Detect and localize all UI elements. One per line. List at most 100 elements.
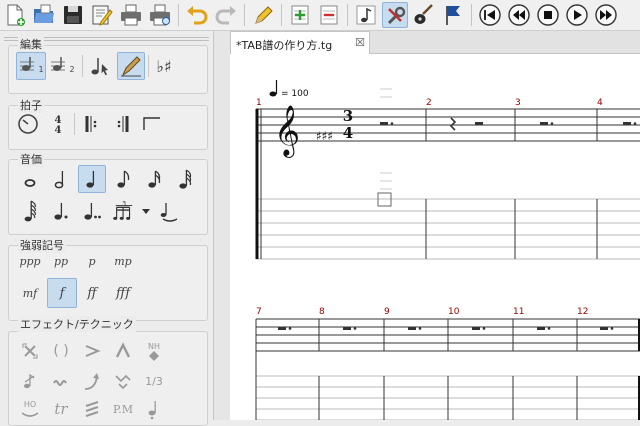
dead-note-button[interactable] (16, 337, 44, 365)
sixty-fourth-note-icon (24, 200, 36, 222)
hammer-on-button[interactable]: HO (16, 395, 44, 423)
quarter-note-button[interactable] (78, 165, 106, 193)
properties-button[interactable] (89, 2, 115, 28)
first-button[interactable] (477, 2, 503, 28)
marcato-icon (115, 342, 131, 358)
close-tab-icon[interactable]: ☒ (355, 36, 365, 49)
measure-number: 8 (319, 307, 325, 317)
tempo-button[interactable] (14, 110, 42, 138)
staccato-button[interactable] (140, 395, 168, 423)
settings-button[interactable] (382, 2, 408, 28)
repeat-close-button[interactable] (108, 110, 136, 138)
eighth-note-button[interactable] (109, 165, 137, 193)
dynamic-mp-button[interactable]: mp (109, 247, 137, 275)
document-tab[interactable]: *TAB譜の作り方.tg ☒ (230, 31, 370, 54)
double-dotted-note-button[interactable] (78, 197, 106, 225)
edit-mode-button[interactable] (250, 2, 276, 28)
tremolo-bar-button[interactable] (109, 367, 137, 395)
sixteenth-note-button[interactable] (140, 165, 168, 193)
ghost-note-parens-icon: ( ) (53, 343, 69, 359)
accentuated-note-button[interactable] (78, 337, 106, 365)
edit-document-icon (92, 5, 113, 26)
accent-icon (85, 345, 101, 357)
voice-2-button[interactable]: 2 (47, 52, 77, 80)
ledger-lines (380, 88, 392, 190)
measure-number: 3 (515, 98, 521, 108)
time-signature-icon: 44 (55, 115, 62, 136)
heavy-accent-button[interactable] (109, 337, 137, 365)
tuplet-button[interactable]: 3 (109, 197, 139, 225)
measure-number: 1 (256, 98, 262, 108)
skip-first-icon (479, 4, 501, 26)
dynamic-mf-button[interactable]: mf (16, 279, 44, 307)
toolbar-separator (178, 4, 179, 26)
tuplet-fraction-button[interactable]: 1/3 (140, 367, 168, 395)
accidental-button[interactable]: ♭♯ (150, 52, 178, 80)
metronome-clock-icon (18, 114, 38, 134)
palm-mute-button[interactable]: P.M (109, 395, 137, 423)
undo-button[interactable] (184, 2, 210, 28)
grace-note-button[interactable] (16, 367, 44, 395)
measure-number: 7 (256, 307, 262, 317)
tool-palette: 編集 1 2 ♭♯ 拍子 44 音価 3 強弱記号 ppp pp p mp mf… (0, 31, 214, 426)
previous-button[interactable] (506, 2, 532, 28)
remove-measure-button[interactable] (316, 2, 342, 28)
trill-button[interactable]: tr (47, 395, 75, 423)
dynamic-ppp-button[interactable]: ppp (16, 247, 44, 275)
guitar-button[interactable] (411, 2, 437, 28)
next-button[interactable] (593, 2, 619, 28)
alternate-ending-button[interactable] (138, 110, 166, 138)
dotted-note-button[interactable] (47, 197, 75, 225)
tie-note-button[interactable] (156, 197, 184, 225)
new-file-icon (7, 4, 25, 26)
whole-note-button[interactable] (16, 165, 44, 193)
insert-measure-button[interactable] (287, 2, 313, 28)
play-button[interactable] (564, 2, 590, 28)
time-signature-button[interactable]: 44 (44, 110, 72, 138)
tremolo-picking-button[interactable] (78, 395, 106, 423)
half-note-button[interactable] (47, 165, 75, 193)
time-sig-top: 3 (343, 107, 353, 125)
redo-button[interactable] (213, 2, 239, 28)
print-button[interactable] (118, 2, 144, 28)
pencil-icon (255, 6, 273, 24)
double-dotted-note-icon (84, 203, 101, 220)
tuplet-dropdown-button[interactable] (139, 197, 153, 225)
ghost-note-button[interactable]: ( ) (47, 337, 75, 365)
edit-mode-toggle[interactable] (117, 52, 145, 80)
thirty-second-note-button[interactable] (171, 165, 199, 193)
remove-measure-icon (320, 5, 338, 25)
tremolo-bar-icon (115, 374, 131, 390)
vibrato-button[interactable] (47, 367, 75, 395)
save-file-button[interactable] (60, 2, 86, 28)
select-mode-button[interactable] (86, 52, 114, 80)
note-mode-button[interactable] (353, 2, 379, 28)
editor-side-gutter (214, 31, 231, 420)
tied-note-icon (160, 203, 178, 222)
score-canvas[interactable]: 𝄞 ♯ ♯ ♯ 3 4 = 100 2 3 4 1 7 8 9 10 11 12 (230, 54, 640, 420)
palette-separator (82, 55, 83, 77)
dynamic-fff-button[interactable]: fff (109, 279, 137, 307)
stop-icon (537, 4, 559, 26)
staccato-note-icon (148, 401, 156, 420)
repeat-close-icon (117, 116, 129, 132)
dynamic-p-button[interactable]: p (78, 247, 106, 275)
hammer-on-label: HO (24, 400, 36, 409)
stop-button[interactable] (535, 2, 561, 28)
dynamic-ff-button[interactable]: ff (78, 279, 106, 307)
repeat-open-button[interactable] (78, 110, 106, 138)
voice-1-button[interactable]: 1 (16, 52, 46, 80)
dynamic-pp-button[interactable]: pp (47, 247, 75, 275)
sixty-fourth-note-button[interactable] (16, 197, 44, 225)
marker-button[interactable] (440, 2, 466, 28)
print-preview-button[interactable] (147, 2, 173, 28)
toolbar-separator (281, 4, 282, 26)
open-file-button[interactable] (31, 2, 57, 28)
harmonic-button[interactable]: NH (140, 337, 168, 365)
grace-note-icon (24, 373, 35, 389)
dynamic-f-button[interactable]: f (47, 278, 77, 308)
note-cursor-icon (91, 58, 108, 76)
bend-button[interactable] (78, 367, 106, 395)
new-file-button[interactable] (2, 2, 28, 28)
music-staff-lines (256, 108, 640, 142)
